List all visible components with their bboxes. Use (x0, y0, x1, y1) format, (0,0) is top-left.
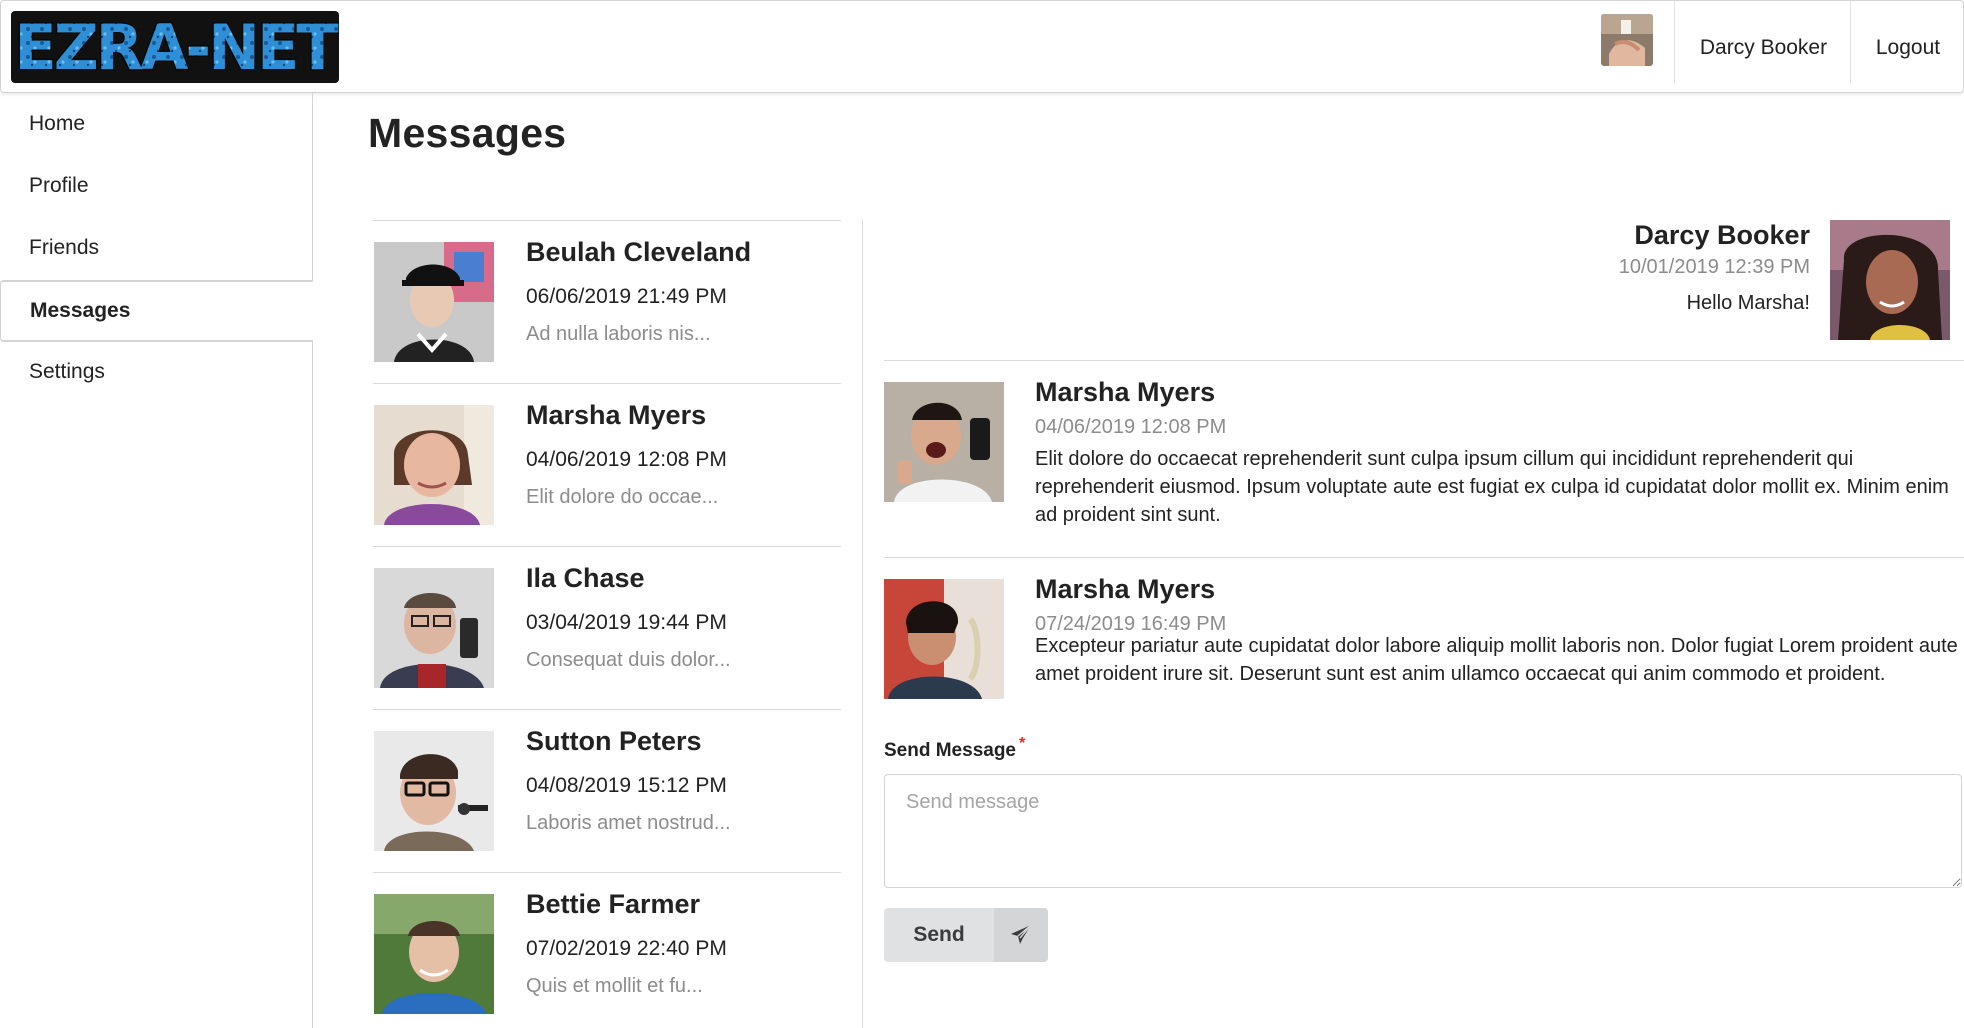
conversation-name: Ila Chase (526, 563, 645, 593)
conversation-date: 04/08/2019 15:12 PM (526, 774, 727, 797)
message-text: Elit dolore do occaecat reprehenderit su… (1035, 448, 1949, 526)
avatar (374, 894, 494, 1014)
logout-button[interactable]: Logout (1851, 1, 1964, 94)
conversation-item[interactable]: Beulah Cleveland 06/06/2019 21:49 PM Ad … (373, 220, 841, 384)
sidebar-item-settings[interactable]: Settings (0, 341, 313, 403)
avatar (374, 405, 494, 525)
message-text: Hello Marsha! (1686, 292, 1810, 314)
message-item: Marsha Myers 07/24/2019 16:49 PM Excepte… (884, 557, 1964, 727)
conversation-preview: Laboris amet nostrud... (526, 812, 731, 834)
message-item: Marsha Myers 04/06/2019 12:08 PM Elit do… (884, 360, 1964, 560)
conversation-date: 07/02/2019 22:40 PM (526, 937, 727, 960)
sidebar-item-friends[interactable]: Friends (0, 217, 313, 279)
sidebar-item-messages[interactable]: Messages (0, 280, 313, 342)
logo-graphic: EZRA-NET (11, 10, 343, 86)
user-avatar[interactable] (1601, 14, 1653, 66)
send-button-label: Send (913, 923, 965, 946)
paper-plane-icon (994, 908, 1048, 962)
sidebar-item-home[interactable]: Home (0, 93, 313, 155)
message-author: Marsha Myers (1035, 574, 1216, 604)
page-title: Messages (368, 110, 567, 156)
conversation-item[interactable]: Ila Chase 03/04/2019 19:44 PM Consequat … (373, 546, 841, 710)
navbar-divider (1674, 1, 1675, 83)
message-author: Darcy Booker (1634, 220, 1810, 250)
top-navbar: EZRA-NET Darcy Booker Logout (0, 0, 1964, 93)
message-text: Excepteur pariatur aute cupidatat dolor … (1035, 635, 1958, 685)
message-date: 04/06/2019 12:08 PM (1035, 416, 1227, 438)
avatar (884, 382, 1004, 502)
conversation-name: Bettie Farmer (526, 889, 701, 919)
conversation-name: Beulah Cleveland (526, 237, 752, 267)
conversation-preview: Elit dolore do occae... (526, 486, 719, 508)
sidebar-item-profile[interactable]: Profile (0, 155, 313, 217)
send-message-label: Send Message * (884, 735, 1025, 762)
ezra-net-logo[interactable]: EZRA-NET (11, 10, 343, 86)
conversation-date: 04/06/2019 12:08 PM (526, 448, 727, 471)
own-message: Darcy Booker 10/01/2019 12:39 PM Hello M… (884, 220, 1964, 360)
conversation-preview: Quis et mollit et fu... (526, 975, 703, 997)
conversation-name: Sutton Peters (526, 726, 702, 756)
avatar (374, 731, 494, 851)
conversation-preview: Ad nulla laboris nis... (526, 323, 711, 345)
avatar (374, 242, 494, 362)
conversation-date: 03/04/2019 19:44 PM (526, 611, 727, 634)
avatar (374, 568, 494, 688)
username-link[interactable]: Darcy Booker (1676, 1, 1851, 94)
sidebar-menu: Home Profile Friends Messages Settings (0, 93, 313, 1028)
column-divider (862, 220, 863, 1028)
avatar (884, 579, 1004, 699)
conversation-item[interactable]: Bettie Farmer 07/02/2019 22:40 PM Quis e… (373, 872, 841, 1028)
send-message-label-text: Send Message (884, 740, 1016, 761)
conversation-item[interactable]: Marsha Myers 04/06/2019 12:08 PM Elit do… (373, 383, 841, 547)
message-input[interactable] (884, 774, 1962, 888)
conversation-item[interactable]: Sutton Peters 04/08/2019 15:12 PM Labori… (373, 709, 841, 873)
conversation-preview: Consequat duis dolor... (526, 649, 731, 671)
active-tab-gap (312, 282, 314, 340)
required-mark: * (1019, 735, 1026, 752)
send-button[interactable]: Send (884, 908, 1048, 962)
message-date: 10/01/2019 12:39 PM (1618, 256, 1810, 278)
avatar (1830, 220, 1950, 340)
conversation-name: Marsha Myers (526, 400, 707, 430)
message-author: Marsha Myers (1035, 377, 1216, 407)
svg-text:EZRA-NET: EZRA-NET (14, 11, 338, 83)
conversation-date: 06/06/2019 21:49 PM (526, 285, 727, 308)
